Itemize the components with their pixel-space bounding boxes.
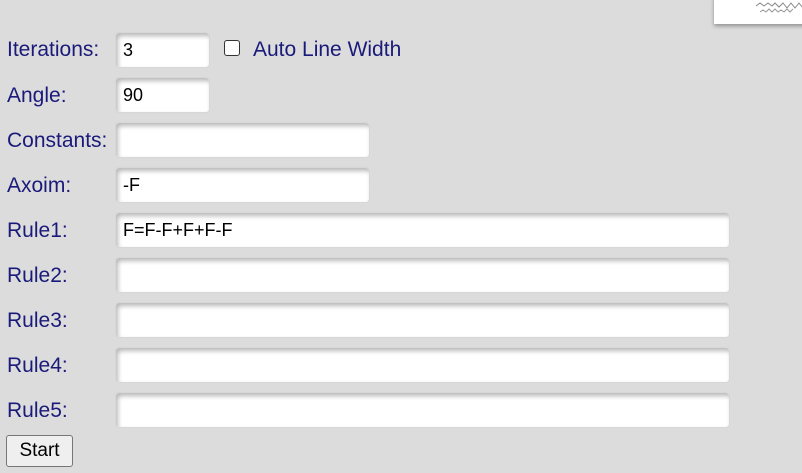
iterations-label: Iterations: bbox=[7, 38, 100, 61]
angle-label: Angle: bbox=[7, 84, 67, 107]
rule5-input[interactable] bbox=[115, 392, 730, 428]
constants-input[interactable] bbox=[115, 122, 370, 158]
auto-line-width-label[interactable]: Auto Line Width bbox=[253, 38, 401, 62]
start-button[interactable]: Start bbox=[6, 435, 73, 467]
rule4-input[interactable] bbox=[115, 347, 730, 383]
rule5-label: Rule5: bbox=[7, 399, 68, 422]
auto-line-width-checkbox-wrap[interactable] bbox=[224, 40, 242, 58]
rule1-input[interactable] bbox=[115, 212, 730, 248]
fractal-preview-drawing bbox=[755, 2, 802, 13]
rule3-label: Rule3: bbox=[7, 309, 68, 332]
rule1-label: Rule1: bbox=[7, 219, 68, 242]
fractal-preview-canvas bbox=[714, 0, 802, 24]
rule2-input[interactable] bbox=[115, 257, 730, 293]
axiom-label: Axoim: bbox=[7, 174, 72, 197]
axiom-input[interactable] bbox=[115, 167, 370, 203]
constants-label: Constants: bbox=[7, 129, 108, 152]
rule2-label: Rule2: bbox=[7, 264, 68, 287]
rule3-input[interactable] bbox=[115, 302, 730, 338]
rule4-label: Rule4: bbox=[7, 354, 68, 377]
auto-line-width-checkbox[interactable] bbox=[224, 40, 240, 56]
angle-input[interactable] bbox=[115, 77, 210, 113]
iterations-input[interactable] bbox=[115, 32, 210, 68]
